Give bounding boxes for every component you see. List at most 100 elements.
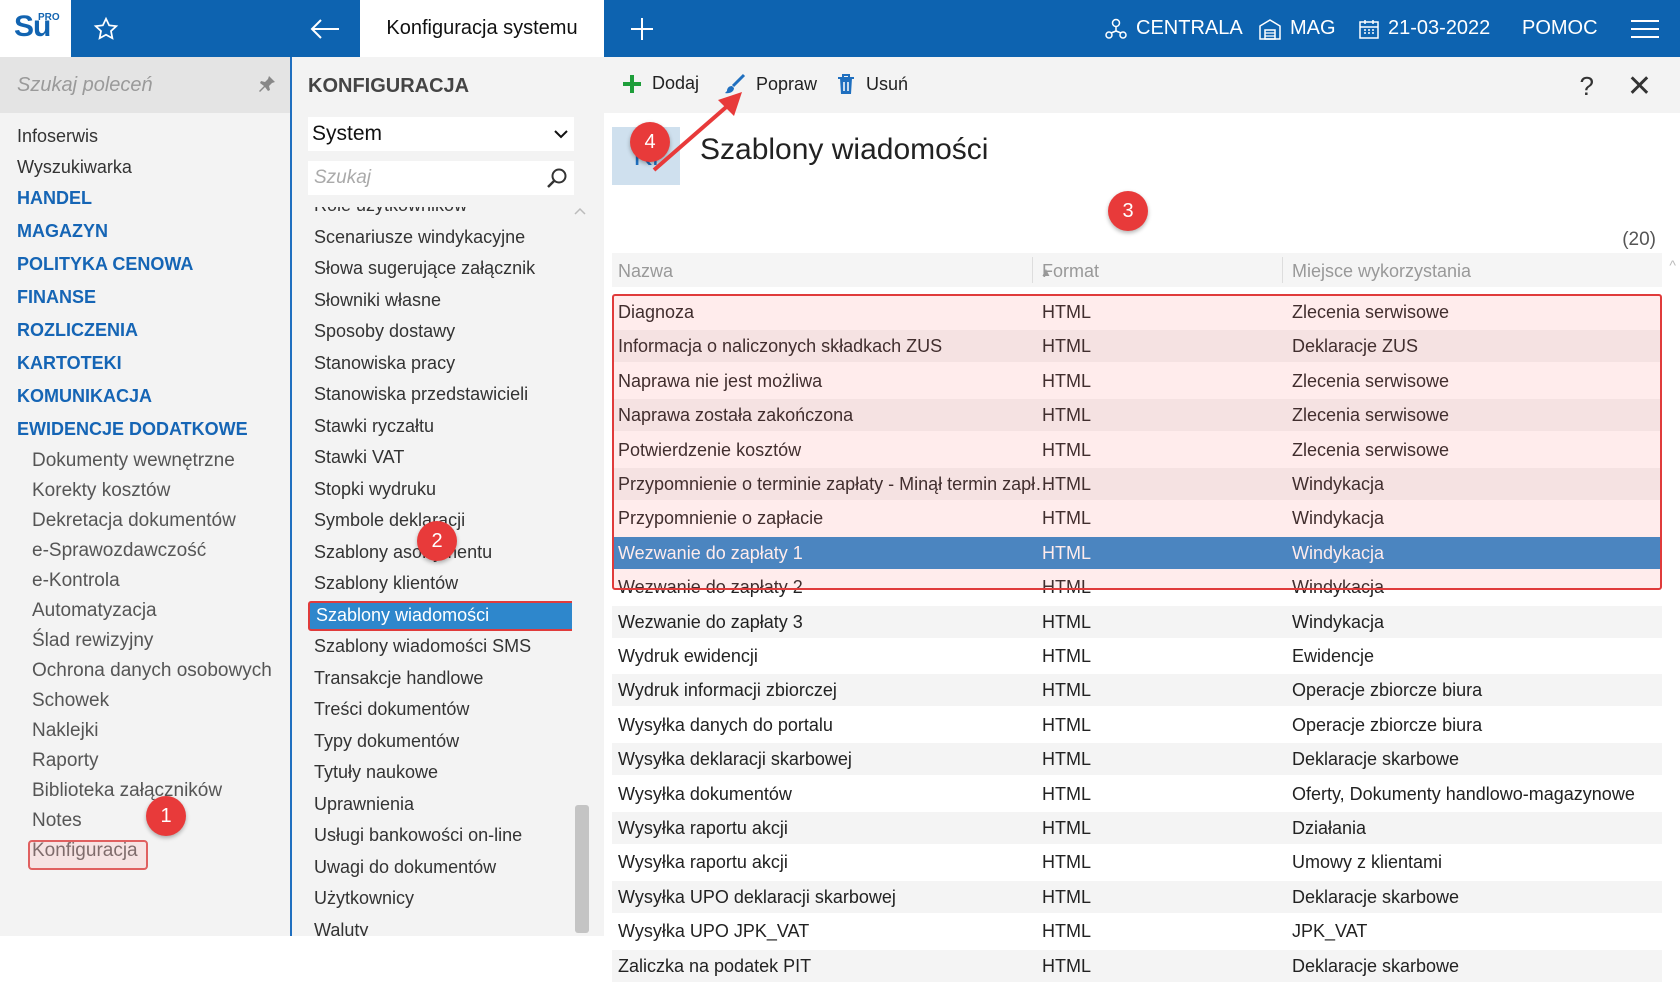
config-list-item[interactable]: Usługi bankowości on-line — [314, 825, 522, 846]
config-list-item[interactable]: Stanowiska przedstawicieli — [314, 384, 528, 405]
config-list-item[interactable]: Role użytkowników — [314, 207, 467, 216]
nav-section[interactable]: HANDEL — [17, 188, 92, 209]
config-list-item[interactable]: Stopki wydruku — [314, 479, 436, 500]
table-row[interactable]: Przypomnienie o terminie zapłaty - Minął… — [612, 468, 1662, 500]
config-list-item[interactable]: Transakcje handlowe — [314, 668, 483, 689]
date-button[interactable]: 21-03-2022 — [1358, 0, 1490, 57]
column-header-usage[interactable]: Miejsce wykorzystania — [1292, 261, 1471, 282]
cell-usage: Działania — [1292, 818, 1367, 838]
nav-subitem[interactable]: Naklejki — [32, 720, 99, 742]
pin-icon[interactable] — [258, 75, 276, 98]
pomoc-button[interactable]: POMOC — [1522, 0, 1598, 57]
nav-item[interactable]: Wyszukiwarka — [17, 157, 132, 178]
nav-subitem[interactable]: Schowek — [32, 690, 109, 712]
configuration-search[interactable]: Szukaj — [308, 161, 574, 195]
tab-konfiguracja-systemu[interactable]: Konfiguracja systemu — [360, 0, 604, 57]
table-row[interactable]: Wezwanie do zapłaty 2 HTML Windykacja — [612, 571, 1662, 603]
config-list-item[interactable]: Typy dokumentów — [314, 731, 459, 752]
nav-item[interactable]: Infoserwis — [17, 126, 98, 147]
column-header-name[interactable]: Nazwa — [618, 261, 673, 282]
config-list-item[interactable]: Sposoby dostawy — [314, 321, 455, 342]
column-divider[interactable] — [1032, 257, 1033, 283]
table-row[interactable]: Wysyłka danych do portalu HTML Operacje zb… — [612, 709, 1662, 741]
config-list-item[interactable]: Szablony asortymentu — [314, 542, 492, 563]
nav-subitem[interactable]: Automatyzacja — [32, 600, 157, 622]
nav-subitem[interactable]: Korekty kosztów — [32, 480, 170, 502]
nav-subitem[interactable]: Biblioteka załączników — [32, 780, 222, 802]
plus-icon[interactable] — [614, 0, 670, 57]
hamburger-icon[interactable] — [1610, 0, 1680, 57]
table-row[interactable]: Wysyłka dokumentów HTML Oferty, Dokumenty … — [612, 778, 1662, 810]
konfiguracja-highlight — [28, 840, 148, 870]
nav-subitem[interactable]: Dekretacja dokumentów — [32, 510, 236, 532]
nav-subitem[interactable]: Raporty — [32, 750, 99, 772]
nav-section[interactable]: FINANSE — [17, 287, 96, 308]
table-row[interactable]: Zaliczka na podatek PIT HTML Deklaracje sk… — [612, 949, 1662, 982]
column-header-format[interactable]: Format — [1042, 261, 1099, 282]
delete-button[interactable]: Usuń — [836, 73, 908, 95]
config-list-item[interactable]: Waluty — [314, 920, 368, 937]
nav-subitem[interactable]: Ochrona danych osobowych — [32, 660, 272, 682]
centrala-button[interactable]: CENTRALA — [1104, 0, 1243, 57]
app-logo[interactable]: Su PRO — [0, 0, 71, 57]
nav-section[interactable]: MAGAZYN — [17, 221, 108, 242]
cell-usage: JPK_VAT — [1292, 921, 1368, 942]
nav-subitem[interactable]: e-Sprawozdawczość — [32, 540, 206, 562]
config-list-item-selected[interactable]: Szablony wiadomości — [308, 600, 572, 631]
table-row[interactable]: Informacja o naliczonych składkach ZUS HT… — [612, 330, 1662, 363]
nav-section[interactable]: KARTOTEKI — [17, 353, 122, 374]
table-row[interactable]: Naprawa nie jest możliwa HTML Zlecenia ser… — [612, 365, 1662, 397]
config-list-item[interactable]: Scenariusze windykacyjne — [314, 227, 525, 248]
nav-section[interactable]: KOMUNIKACJA — [17, 386, 152, 407]
nav-section[interactable]: ROZLICZENIA — [17, 320, 138, 341]
table-row[interactable]: Potwierdzenie kosztów HTML Zlecenia serwis… — [612, 434, 1662, 466]
help-icon[interactable]: ? — [1580, 71, 1594, 102]
config-list-item[interactable]: Użytkownicy — [314, 888, 414, 909]
command-search[interactable]: Szukaj poleceń — [0, 57, 290, 113]
table-row[interactable]: Wysyłka raportu akcji HTML Działania — [612, 812, 1662, 844]
config-list-item[interactable]: Uwagi do dokumentów — [314, 857, 496, 878]
column-divider[interactable] — [1282, 257, 1283, 283]
table-row[interactable]: Wysyłka UPO deklaracji skarbowej HTML Dekl… — [612, 880, 1662, 913]
table-row[interactable]: Naprawa została zakończona HTML Zlecenia s… — [612, 399, 1662, 432]
table-row[interactable]: Wezwanie do zapłaty 3 HTML Windykacja — [612, 605, 1662, 638]
annotation-badge-3: 3 — [1108, 191, 1148, 231]
back-arrow-icon[interactable] — [290, 0, 360, 57]
config-list-item[interactable]: Szablony klientów — [314, 573, 458, 594]
nav-subitem[interactable]: Notes — [32, 810, 82, 832]
nav-subitem[interactable]: Dokumenty wewnętrzne — [32, 450, 235, 472]
config-list-item[interactable]: Słowa sugerujące załącznik — [314, 258, 535, 279]
mag-button[interactable]: MAG — [1258, 0, 1336, 57]
star-icon[interactable] — [71, 0, 141, 57]
configuration-title: KONFIGURACJA — [308, 75, 470, 97]
scroll-up-icon[interactable] — [574, 207, 586, 215]
table-row[interactable]: Przypomnienie o zapłacie HTML Windykacja — [612, 502, 1662, 534]
table-row[interactable]: Wydruk informacji zbiorczej HTML Operacje … — [612, 674, 1662, 707]
close-icon[interactable]: ✕ — [1627, 69, 1652, 104]
table-scroll-up-icon[interactable]: ^ — [1669, 257, 1676, 273]
command-search-input[interactable]: Szukaj poleceń — [17, 74, 153, 97]
nav-subitem[interactable]: Ślad rewizyjny — [32, 630, 153, 652]
config-list-item[interactable]: Stawki VAT — [314, 447, 404, 468]
nav-subitem[interactable]: e-Kontrola — [32, 570, 120, 592]
config-list-item[interactable]: Szablony wiadomości SMS — [314, 636, 531, 657]
table-row[interactable]: Wydruk ewidencji HTML Ewidencje — [612, 640, 1662, 672]
configuration-search-input[interactable]: Szukaj — [314, 167, 371, 189]
configuration-select[interactable]: System — [308, 117, 574, 151]
config-list-item[interactable]: Stawki ryczałtu — [314, 416, 434, 437]
configuration-scroll-thumb[interactable] — [575, 805, 589, 933]
nav-section[interactable]: POLITYKA CENOWA — [17, 254, 193, 275]
config-list-item[interactable]: Stanowiska pracy — [314, 353, 455, 374]
table-row[interactable]: Diagnoza HTML Zlecenia serwisowe — [612, 296, 1662, 328]
nav-section[interactable]: EWIDENCJE DODATKOWE — [17, 419, 248, 440]
config-list-item[interactable]: Treści dokumentów — [314, 699, 469, 720]
table-row-selected[interactable]: Wezwanie do zapłaty 1 HTML Windykacja — [612, 536, 1662, 569]
cell-format: HTML — [1042, 542, 1091, 563]
config-list-item[interactable]: Słowniki własne — [314, 290, 441, 311]
table-row[interactable]: Wysyłka raportu akcji HTML Umowy z klienta… — [612, 846, 1662, 878]
table-row[interactable]: Wysyłka UPO JPK_VAT HTML JPK_VAT — [612, 915, 1662, 947]
table-row[interactable]: Wysyłka deklaracji skarbowej HTML Deklarac… — [612, 743, 1662, 776]
configuration-list: Role użytkowników Scenariusze windykacyjn… — [292, 207, 572, 936]
config-list-item[interactable]: Tytuły naukowe — [314, 762, 438, 783]
config-list-item[interactable]: Uprawnienia — [314, 794, 414, 815]
